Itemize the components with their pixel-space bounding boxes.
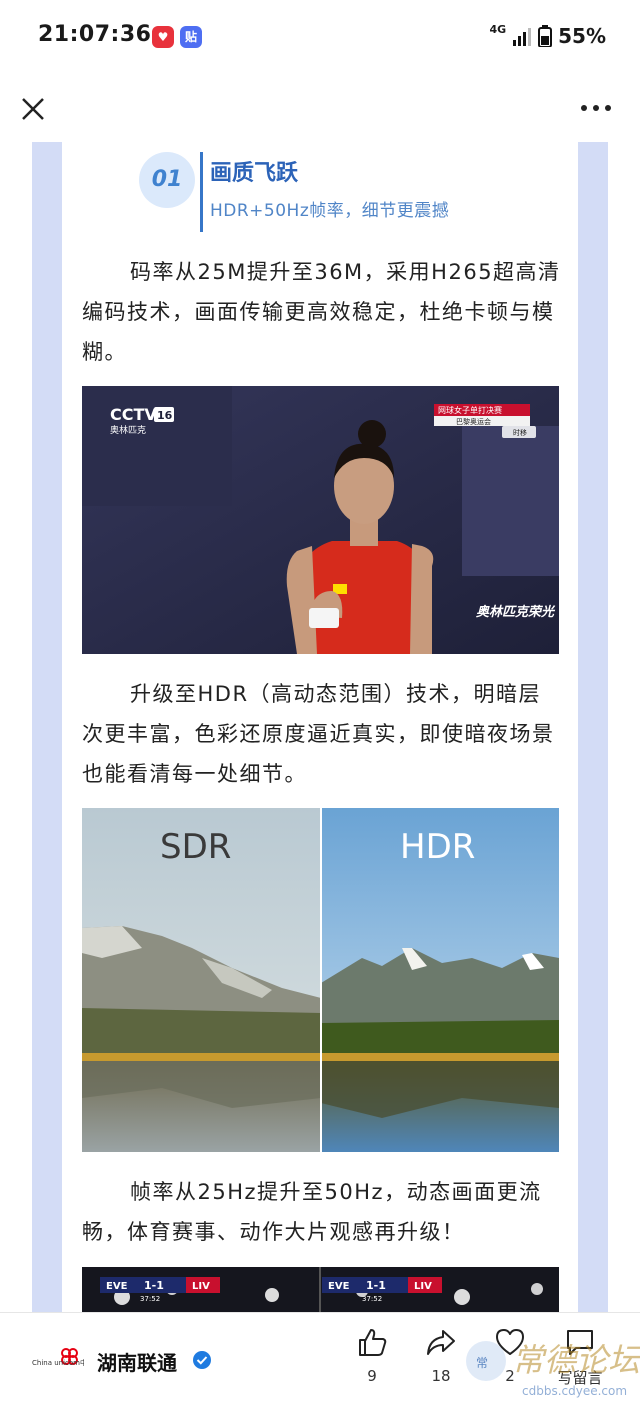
section-divider [200, 152, 203, 232]
football-broadcast-comparison: EVE 1-1 LIV 37:52 EVE 1-1 LIV 37:52 [82, 1267, 559, 1312]
svg-text:1-1: 1-1 [366, 1279, 386, 1292]
china-unicom-logo[interactable]: China unicom中国联通 [32, 1342, 84, 1376]
status-indicators: 4G 55% [489, 22, 606, 49]
more-options-icon[interactable] [580, 100, 612, 116]
paragraph-hdr: 升级至HDR（高动态范围）技术，明暗层次更丰富，色彩还原度逼近真实，即使暗夜场景… [82, 682, 555, 786]
tieba-notification-icon: 贴 [180, 26, 202, 48]
svg-text:巴黎奥运会: 巴黎奥运会 [456, 417, 491, 426]
battery-level: 55% [558, 24, 606, 48]
section-number-badge: 01 [139, 152, 195, 208]
svg-text:LIV: LIV [414, 1281, 432, 1292]
like-button[interactable]: 9 [348, 1327, 396, 1385]
bottom-action-bar: China unicom中国联通 湖南联通 9 18 2 写留言 常 常德论坛 … [0, 1312, 640, 1408]
svg-text:37:52: 37:52 [362, 1295, 382, 1303]
svg-text:16: 16 [157, 409, 173, 422]
comment-bubble-icon [567, 1330, 593, 1355]
section-subtitle: HDR+50Hz帧率，细节更震撼 [210, 201, 450, 221]
svg-text:China unicom中国联通: China unicom中国联通 [32, 1358, 84, 1367]
svg-text:时移: 时移 [513, 428, 527, 437]
sdr-hdr-comparison-image: SDR HDR [82, 808, 559, 1152]
thumbs-up-icon [359, 1329, 387, 1356]
broadcast-screenshot-tennis: CCTV 16 奥林匹克 网球女子单打决赛 巴黎奥运会 时移 奥林匹克荣光 [82, 386, 559, 654]
verified-badge-icon [193, 1351, 211, 1369]
status-bar: 21:07:36 ♥ 贴 4G 55% [0, 0, 640, 76]
comment-label: 写留言 [557, 1369, 603, 1387]
signal-icon [513, 28, 532, 46]
svg-text:EVE: EVE [106, 1281, 128, 1292]
svg-text:37:52: 37:52 [140, 1295, 160, 1303]
share-button[interactable]: 18 [417, 1327, 465, 1385]
favorite-button[interactable]: 2 [486, 1327, 534, 1385]
comment-button[interactable]: 写留言 [552, 1327, 608, 1388]
heart-icon [496, 1329, 524, 1355]
battery-icon [538, 25, 553, 47]
network-type-icon: 4G [489, 22, 507, 36]
share-arrow-icon [427, 1330, 455, 1355]
status-time: 21:07:36 [38, 22, 152, 47]
top-nav-bar [0, 76, 640, 143]
favorite-count: 2 [505, 1367, 515, 1385]
account-name[interactable]: 湖南联通 [97, 1347, 177, 1376]
olympic-glory-caption: 奥林匹克荣光 [476, 604, 556, 620]
svg-text:1-1: 1-1 [144, 1279, 164, 1292]
section-title: 画质飞跃 [210, 161, 299, 186]
hdr-label: HDR [400, 827, 475, 867]
like-count: 9 [367, 1367, 377, 1385]
svg-text:LIV: LIV [192, 1281, 210, 1292]
paragraph-bitrate: 码率从25M提升至36M，采用H265超高清编码技术，画面传输更高效稳定，杜绝卡… [82, 260, 561, 364]
sdr-label: SDR [160, 827, 231, 867]
close-icon[interactable] [18, 94, 48, 124]
share-count: 18 [431, 1367, 451, 1385]
app-notification-icon: ♥ [152, 26, 174, 48]
svg-text:奥林匹克: 奥林匹克 [110, 424, 146, 436]
svg-text:EVE: EVE [328, 1281, 350, 1292]
paragraph-framerate: 帧率从25Hz提升至50Hz，动态画面更流畅，体育赛事、动作大片观感再升级！ [82, 1180, 542, 1244]
article-content: 01 画质飞跃 HDR+50Hz帧率，细节更震撼 码率从25M提升至36M，采用… [0, 142, 640, 1312]
tennis-player-image: CCTV 16 奥林匹克 网球女子单打决赛 巴黎奥运会 时移 奥林匹克荣光 [82, 386, 559, 654]
svg-text:网球女子单打决赛: 网球女子单打决赛 [438, 405, 502, 415]
svg-text:CCTV: CCTV [110, 405, 157, 424]
